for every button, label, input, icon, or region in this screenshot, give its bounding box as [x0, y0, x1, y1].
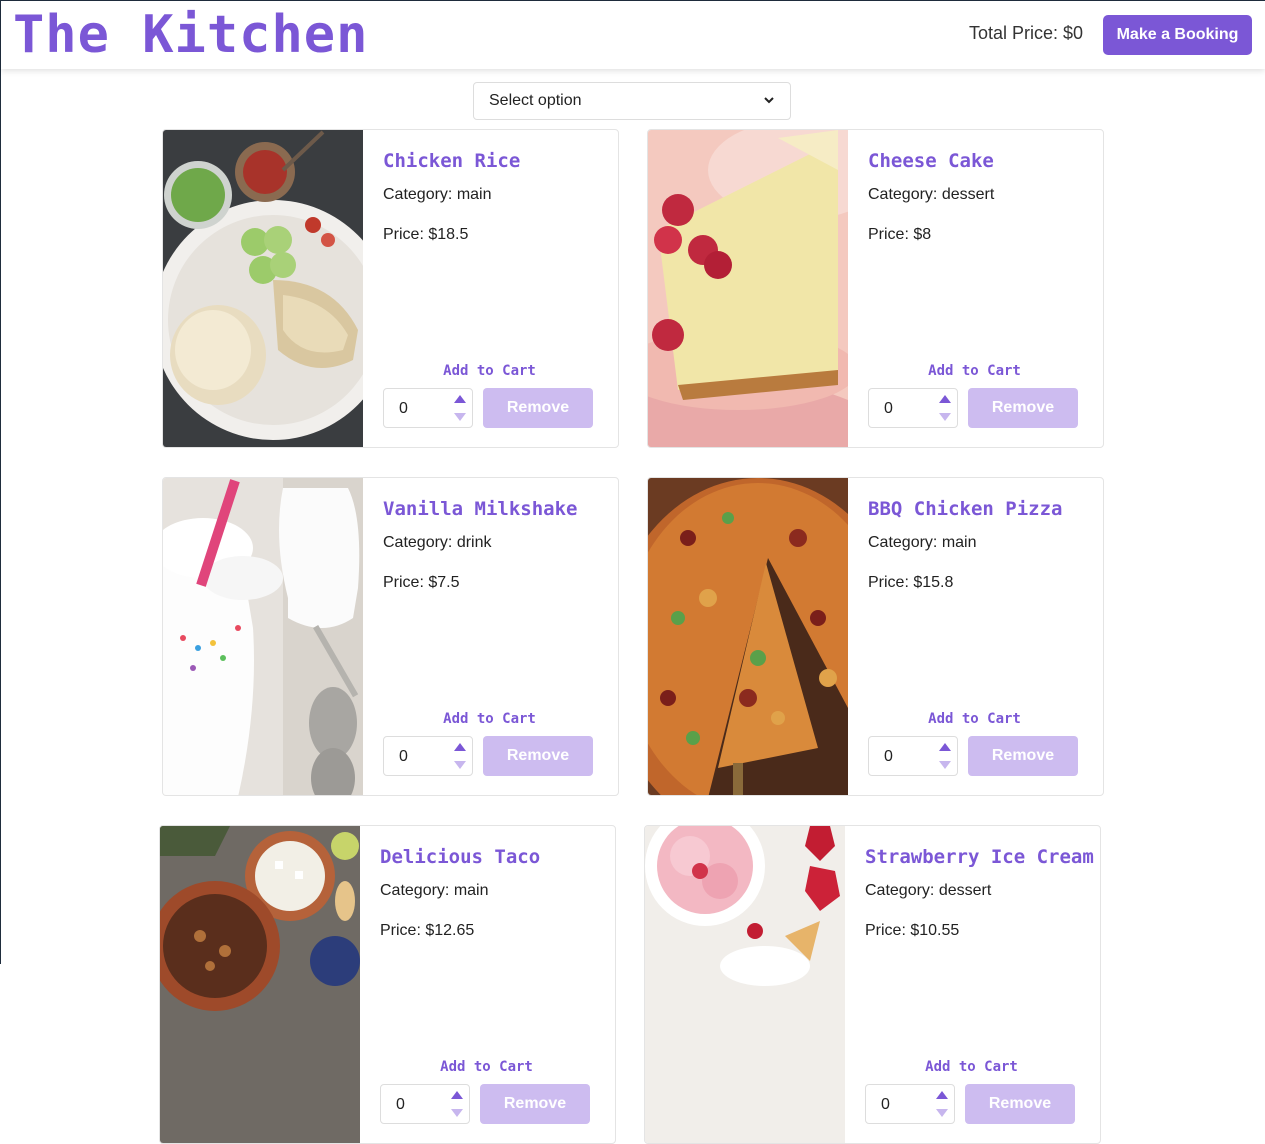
- menu-card-chicken-rice: Chicken Rice Category: main Price: $18.5…: [162, 129, 619, 448]
- header: The Kitchen Total Price: $0 Make a Booki…: [1, 1, 1265, 69]
- item-price: Price: $12.65: [380, 922, 475, 939]
- food-image: [648, 130, 848, 447]
- food-image: [163, 478, 363, 795]
- item-price: Price: $10.55: [865, 922, 960, 939]
- add-to-cart-label: Add to Cart: [928, 711, 1021, 727]
- quantity-value: 0: [881, 1096, 890, 1113]
- quantity-value: 0: [399, 748, 408, 765]
- total-price: Total Price: $0: [968, 23, 1083, 43]
- item-category: Category: main: [383, 186, 492, 203]
- quantity-stepper[interactable]: 0: [383, 736, 473, 776]
- item-price: Price: $15.8: [868, 574, 954, 591]
- item-title: Chicken Rice: [383, 150, 521, 172]
- decrement-arrow-icon[interactable]: [936, 1109, 948, 1117]
- brand-title: The Kitchen: [13, 5, 369, 65]
- decrement-arrow-icon[interactable]: [454, 413, 466, 421]
- menu-card-bbq-chicken-pizza: BBQ Chicken Pizza Category: main Price: …: [647, 477, 1104, 796]
- add-to-cart-label: Add to Cart: [443, 363, 536, 379]
- quantity-stepper[interactable]: 0: [868, 388, 958, 428]
- item-category: Category: dessert: [868, 186, 995, 203]
- item-category: Category: main: [380, 882, 489, 899]
- quantity-stepper[interactable]: 0: [383, 388, 473, 428]
- increment-arrow-icon[interactable]: [454, 395, 466, 403]
- chevron-down-icon: [764, 97, 774, 104]
- item-category: Category: dessert: [865, 882, 992, 899]
- menu-card-delicious-taco: Delicious Taco Category: main Price: $12…: [159, 825, 616, 1144]
- category-select[interactable]: Select option: [473, 82, 791, 120]
- quantity-stepper[interactable]: 0: [380, 1084, 470, 1124]
- increment-arrow-icon[interactable]: [451, 1091, 463, 1099]
- remove-button[interactable]: Remove: [968, 388, 1078, 428]
- decrement-arrow-icon[interactable]: [939, 761, 951, 769]
- quantity-stepper[interactable]: 0: [865, 1084, 955, 1124]
- item-title: Delicious Taco: [380, 846, 541, 868]
- make-booking-button[interactable]: Make a Booking: [1103, 15, 1252, 55]
- quantity-value: 0: [396, 1096, 405, 1113]
- food-image: [163, 130, 363, 447]
- increment-arrow-icon[interactable]: [454, 743, 466, 751]
- remove-button[interactable]: Remove: [965, 1084, 1075, 1124]
- add-to-cart-label: Add to Cart: [443, 711, 536, 727]
- add-to-cart-label: Add to Cart: [440, 1059, 533, 1075]
- item-category: Category: main: [868, 534, 977, 551]
- add-to-cart-label: Add to Cart: [928, 363, 1021, 379]
- decrement-arrow-icon[interactable]: [451, 1109, 463, 1117]
- item-title: BBQ Chicken Pizza: [868, 498, 1063, 520]
- quantity-value: 0: [884, 400, 893, 417]
- quantity-value: 0: [399, 400, 408, 417]
- select-value: Select option: [489, 92, 582, 109]
- menu-card-vanilla-milkshake: Vanilla Milkshake Category: drink Price:…: [162, 477, 619, 796]
- increment-arrow-icon[interactable]: [939, 743, 951, 751]
- food-image: [648, 478, 848, 795]
- remove-button[interactable]: Remove: [483, 388, 593, 428]
- item-price: Price: $18.5: [383, 226, 469, 243]
- decrement-arrow-icon[interactable]: [939, 413, 951, 421]
- increment-arrow-icon[interactable]: [936, 1091, 948, 1099]
- item-title: Vanilla Milkshake: [383, 498, 578, 520]
- item-title: Strawberry Ice Cream: [865, 846, 1094, 868]
- food-image: [160, 826, 360, 1143]
- menu-card-strawberry-ice-cream: Strawberry Ice Cream Category: dessert P…: [644, 825, 1101, 1144]
- item-title: Cheese Cake: [868, 150, 994, 172]
- increment-arrow-icon[interactable]: [939, 395, 951, 403]
- decrement-arrow-icon[interactable]: [454, 761, 466, 769]
- quantity-value: 0: [884, 748, 893, 765]
- food-image: [645, 826, 845, 1143]
- menu-card-cheese-cake: Cheese Cake Category: dessert Price: $8 …: [647, 129, 1104, 448]
- quantity-stepper[interactable]: 0: [868, 736, 958, 776]
- item-category: Category: drink: [383, 534, 492, 551]
- remove-button[interactable]: Remove: [968, 736, 1078, 776]
- item-price: Price: $7.5: [383, 574, 460, 591]
- item-price: Price: $8: [868, 226, 932, 243]
- remove-button[interactable]: Remove: [483, 736, 593, 776]
- add-to-cart-label: Add to Cart: [925, 1059, 1018, 1075]
- remove-button[interactable]: Remove: [480, 1084, 590, 1124]
